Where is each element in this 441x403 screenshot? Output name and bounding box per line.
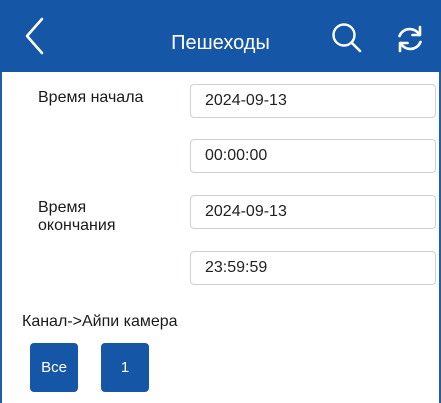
refresh-icon (398, 25, 422, 53)
channel-all-button[interactable]: Все (30, 343, 78, 392)
start-time-label: Время начала (38, 89, 144, 106)
refresh-button[interactable] (392, 21, 428, 57)
start-date-field[interactable]: 2024-09-13 (190, 84, 436, 118)
top-bar: Пешеходы (0, 0, 441, 72)
end-time-label-line1: Время (38, 199, 87, 216)
page-title: Пешеходы (171, 32, 270, 54)
search-button[interactable] (330, 21, 364, 55)
search-icon (332, 23, 362, 53)
end-date-field[interactable]: 2024-09-13 (190, 195, 436, 229)
channel-label: Канал->Айпи камера (22, 313, 178, 330)
end-time-field[interactable]: 23:59:59 (190, 251, 436, 285)
channel-1-button[interactable]: 1 (101, 343, 149, 392)
end-time-label-line2: окончания (38, 217, 116, 234)
start-time-field[interactable]: 00:00:00 (190, 139, 436, 173)
